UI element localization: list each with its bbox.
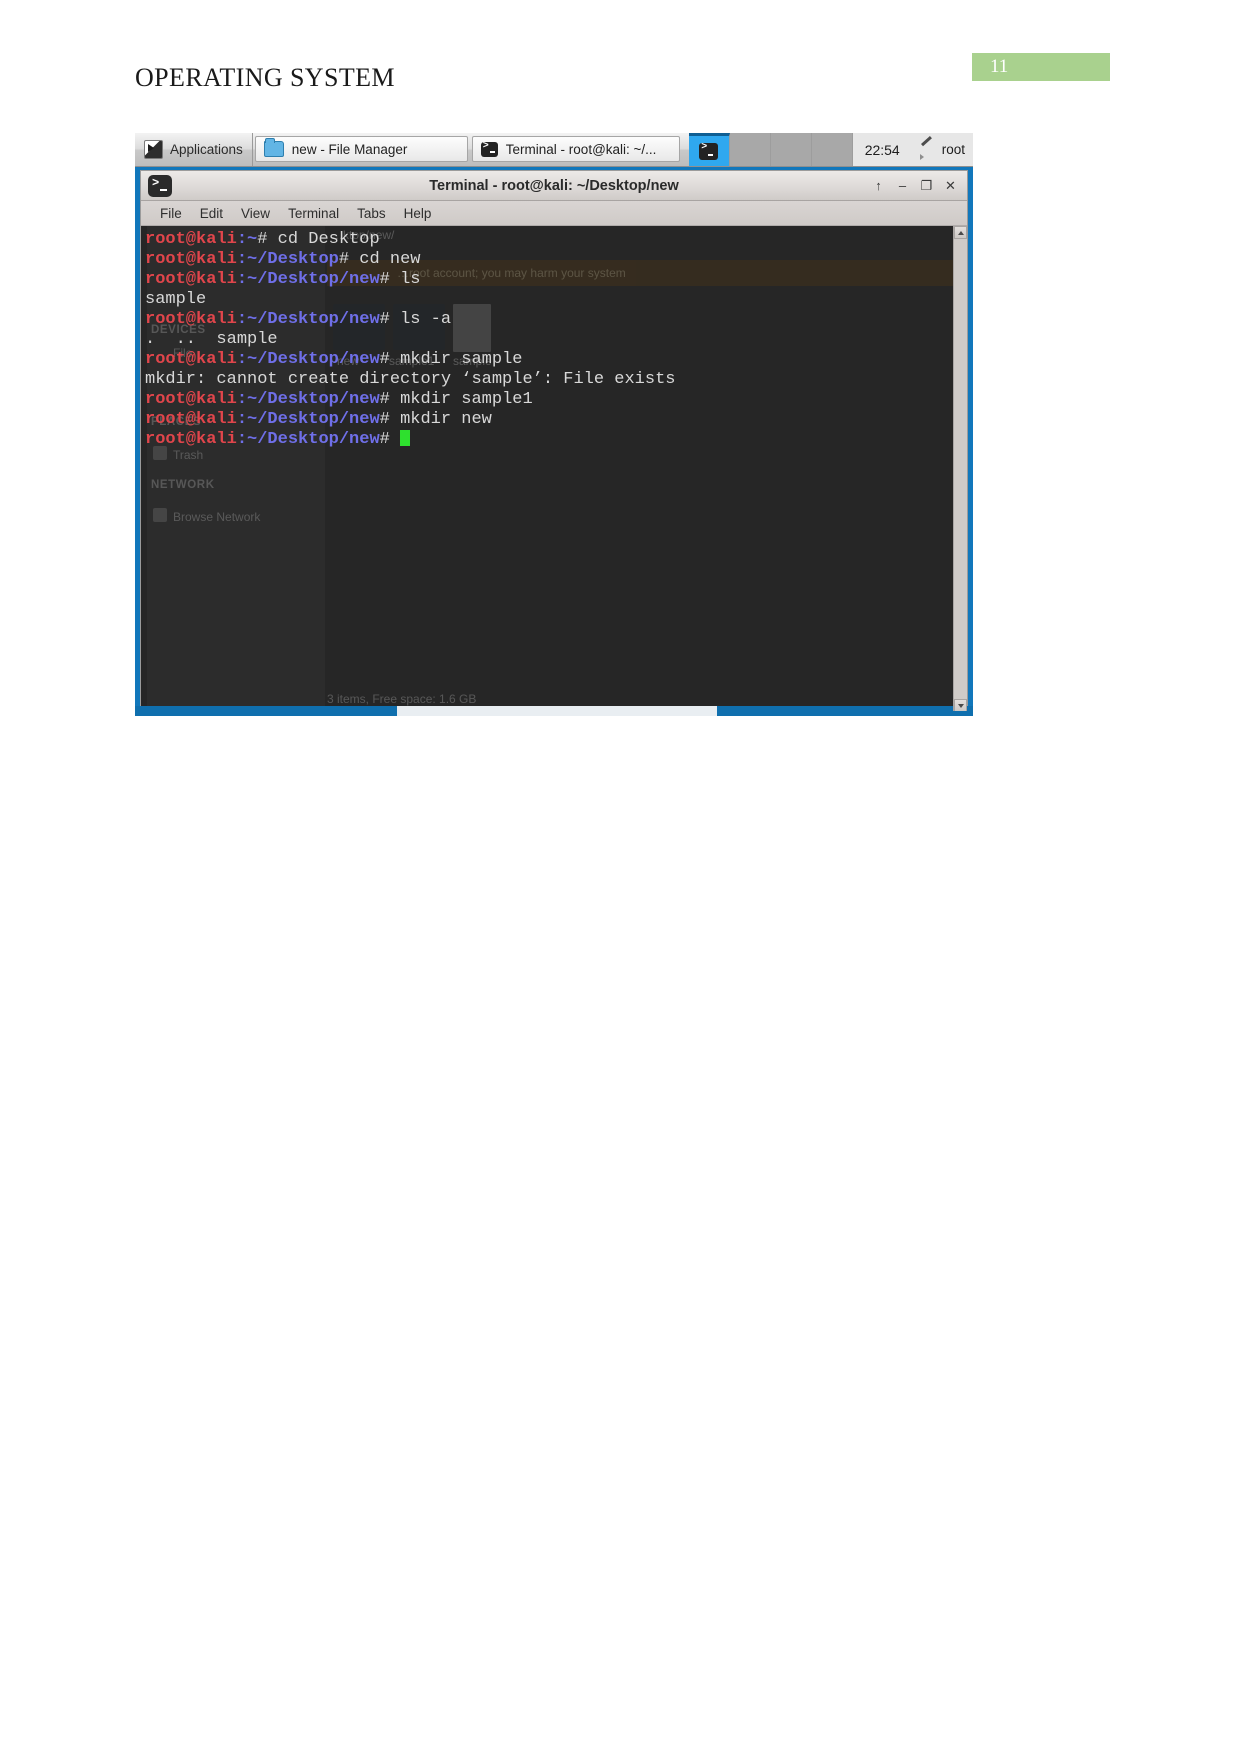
scrollbar-thumb[interactable] (397, 706, 717, 716)
prompt-user: root@kali (145, 230, 237, 249)
prompt-sigil: # (379, 310, 401, 329)
terminal-error-line: mkdir: cannot create directory ‘sample’:… (145, 370, 676, 389)
prompt-path: :~/Desktop (236, 250, 339, 269)
prompt-path: :~/Desktop/new (236, 310, 380, 329)
prompt-path: :~/Desktop/new (236, 390, 380, 409)
system-tray: root (911, 133, 973, 166)
workspace-3[interactable] (770, 133, 812, 166)
scrollbar-down-icon[interactable] (954, 699, 967, 711)
workspace-switcher (688, 133, 853, 166)
terminal-command: ls (400, 270, 421, 289)
page-number-text: 11 (990, 56, 1009, 77)
page-title: OPERATING SYSTEM (135, 63, 395, 92)
taskbar-item-terminal-label: Terminal - root@kali: ~/... (505, 141, 657, 157)
prompt-sigil: # (257, 230, 278, 249)
terminal-window[interactable]: Terminal - root@kali: ~/Desktop/new ↑ – … (140, 170, 968, 712)
prompt-user: root@kali (145, 390, 237, 409)
terminal-icon (699, 142, 719, 160)
terminal-command: mkdir new (400, 410, 492, 429)
prompt-path: :~/Desktop/new (236, 350, 380, 369)
ghost-section-network: NETWORK (151, 479, 215, 491)
taskbar-item-terminal[interactable]: Terminal - root@kali: ~/... (471, 136, 680, 162)
terminal-output-line: . .. sample (145, 330, 278, 349)
terminal-command: cd Desktop (277, 230, 380, 249)
terminal-command: mkdir sample (400, 350, 523, 369)
panel-clock[interactable]: 22:54 (852, 133, 912, 166)
prompt-user: root@kali (145, 410, 237, 429)
terminal-command: cd new (359, 250, 421, 269)
terminal-output-line: sample (145, 290, 207, 309)
desktop-panel: Applications new - File Manager Terminal… (135, 133, 973, 167)
terminal-output: root@kali:~# cd Desktop root@kali:~/Desk… (141, 226, 967, 450)
menu-help[interactable]: Help (395, 201, 441, 226)
applications-menu-button[interactable]: Applications (135, 133, 253, 166)
prompt-user: root@kali (145, 310, 237, 329)
prompt-user: root@kali (145, 250, 237, 269)
ghost-item-browse-network: Browse Network (173, 510, 261, 524)
terminal-command: mkdir sample1 (400, 390, 533, 409)
prompt-user: root@kali (145, 430, 237, 449)
taskbar-item-file-manager[interactable]: new - File Manager (254, 136, 468, 162)
screenshot-horizontal-scrollbar[interactable] (135, 706, 973, 716)
taskbar-item-file-manager-label: new - File Manager (291, 141, 408, 157)
workspace-4[interactable] (811, 133, 853, 166)
scrollbar-up-icon[interactable] (954, 226, 967, 239)
prompt-user: root@kali (145, 350, 237, 369)
menu-edit[interactable]: Edit (191, 201, 232, 226)
shade-button[interactable]: ↑ (871, 178, 886, 193)
prompt-user: root@kali (145, 270, 237, 289)
terminal-command: ls -a (400, 310, 452, 329)
workspace-2[interactable] (729, 133, 771, 166)
prompt-sigil: # (379, 430, 401, 449)
terminal-titlebar[interactable]: Terminal - root@kali: ~/Desktop/new ↑ – … (141, 171, 967, 201)
folder-icon (263, 138, 284, 157)
close-button[interactable]: ✕ (943, 178, 958, 193)
terminal-menubar: File Edit View Terminal Tabs Help (141, 201, 967, 226)
terminal-body[interactable]: …ktop/new/ …root account; you may harm y… (141, 226, 967, 711)
menu-view[interactable]: View (232, 201, 279, 226)
ghost-item-trash: Trash (173, 448, 204, 462)
ghost-status-bar: 3 items, Free space: 1.6 GB (327, 692, 477, 706)
minimize-button[interactable]: – (895, 178, 910, 193)
prompt-sigil: # (338, 250, 360, 269)
applications-menu-icon (144, 140, 163, 159)
prompt-path: :~/Desktop/new (236, 430, 380, 449)
tray-user-label[interactable]: root (942, 142, 965, 157)
window-controls: ↑ – ❐ ✕ (871, 178, 967, 193)
terminal-icon (480, 141, 498, 157)
panel-spacer (682, 133, 689, 166)
prompt-sigil: # (379, 270, 401, 289)
applications-menu-label: Applications (170, 142, 243, 157)
maximize-button[interactable]: ❐ (919, 178, 934, 193)
terminal-scrollbar[interactable] (953, 226, 967, 711)
screenshot-image: Applications new - File Manager Terminal… (135, 133, 973, 716)
terminal-cursor (400, 430, 411, 446)
terminal-window-title: Terminal - root@kali: ~/Desktop/new (429, 177, 679, 194)
page-number-badge: 11 (972, 53, 1110, 81)
menu-terminal[interactable]: Terminal (279, 201, 348, 226)
prompt-path: :~ (236, 230, 258, 249)
menu-tabs[interactable]: Tabs (348, 201, 395, 226)
menu-file[interactable]: File (151, 201, 191, 226)
terminal-icon (148, 174, 172, 197)
prompt-sigil: # (379, 390, 401, 409)
prompt-path: :~/Desktop/new (236, 270, 380, 289)
prompt-path: :~/Desktop/new (236, 410, 380, 429)
ghost-network-icon (153, 508, 167, 522)
prompt-sigil: # (379, 350, 401, 369)
prompt-sigil: # (379, 410, 401, 429)
workspace-1[interactable] (688, 133, 730, 166)
pen-icon[interactable] (919, 143, 934, 160)
